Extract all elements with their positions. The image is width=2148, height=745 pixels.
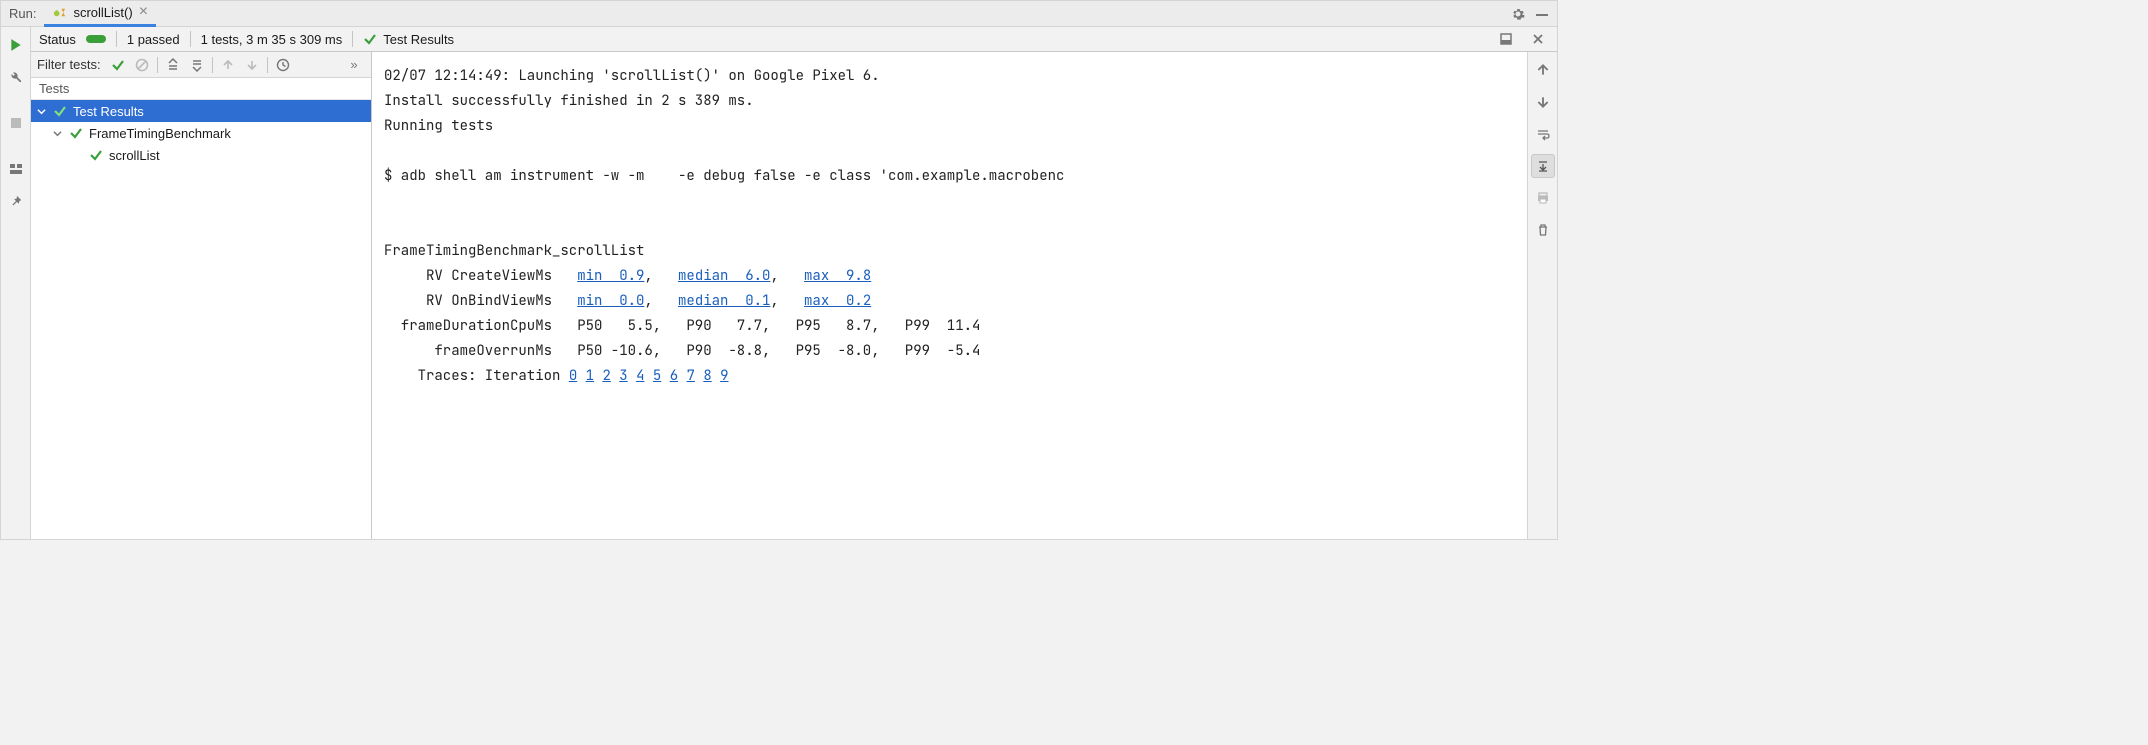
check-icon <box>69 126 83 140</box>
check-icon <box>53 104 67 118</box>
test-tree-panel: Filter tests: » Tests <box>31 52 372 539</box>
left-toolbar <box>1 27 31 539</box>
trace-link[interactable]: 5 <box>653 367 661 385</box>
android-test-icon <box>52 5 67 20</box>
tree-root-label: Test Results <box>73 104 144 119</box>
run-button[interactable] <box>4 33 28 57</box>
close-icon[interactable] <box>1527 28 1549 50</box>
breadcrumb: Test Results <box>363 32 454 47</box>
status-label: Status <box>39 32 76 47</box>
trace-link[interactable]: 8 <box>703 367 711 385</box>
console-output[interactable]: 02/07 12:14:49: Launching 'scrollList()'… <box>372 52 1527 539</box>
breadcrumb-label: Test Results <box>383 32 454 47</box>
up-arrow-icon[interactable] <box>1531 58 1555 82</box>
trace-link[interactable]: 9 <box>720 367 728 385</box>
tab-label: scrollList() <box>73 5 132 20</box>
metric-link[interactable]: median 6.0 <box>678 267 770 285</box>
chevron-down-icon <box>53 126 63 141</box>
sort-desc-icon[interactable] <box>186 54 208 76</box>
trace-link[interactable]: 6 <box>670 367 678 385</box>
console-line: 02/07 12:14:49: Launching 'scrollList()'… <box>384 67 880 85</box>
wrench-icon[interactable] <box>4 65 28 89</box>
filter-passed-icon[interactable] <box>107 54 129 76</box>
metric-link[interactable]: min 0.0 <box>577 292 644 310</box>
metric-row: frameOverrunMs P50 -10.6, P90 -8.8, P95 … <box>384 342 980 360</box>
filter-bar: Filter tests: » <box>31 52 371 78</box>
metric-row: frameDurationCpuMs P50 5.5, P90 7.7, P95… <box>384 317 980 335</box>
run-tab[interactable]: scrollList() × <box>44 1 156 27</box>
stop-button[interactable] <box>4 111 28 135</box>
down-arrow-icon[interactable] <box>1531 90 1555 114</box>
titlebar: Run: scrollList() × <box>1 1 1557 27</box>
run-tool-window: Run: scrollList() × Status <box>0 0 1558 540</box>
tests-header: Tests <box>31 78 371 100</box>
history-icon[interactable] <box>272 54 294 76</box>
next-failed-icon[interactable] <box>241 54 263 76</box>
trace-link[interactable]: 3 <box>619 367 627 385</box>
check-icon <box>363 32 377 46</box>
settings-icon[interactable] <box>1507 3 1529 25</box>
metric-link[interactable]: max 0.2 <box>804 292 871 310</box>
traces-label: Traces: Iteration <box>384 367 569 385</box>
tree-test-label: scrollList <box>109 148 160 163</box>
prev-failed-icon[interactable] <box>217 54 239 76</box>
filter-label: Filter tests: <box>37 57 101 72</box>
bench-title: FrameTimingBenchmark_scrollList <box>384 242 644 260</box>
console-line: $ adb shell am instrument -w -m -e debug… <box>384 167 1064 185</box>
console-line: Install successfully finished in 2 s 389… <box>384 92 754 110</box>
metric-link[interactable]: min 0.9 <box>577 267 644 285</box>
trace-link[interactable]: 1 <box>586 367 594 385</box>
tree-test[interactable]: scrollList <box>31 144 371 166</box>
tree-root[interactable]: Test Results <box>31 100 371 122</box>
sort-asc-icon[interactable] <box>162 54 184 76</box>
pin-icon[interactable] <box>4 189 28 213</box>
tree-suite[interactable]: FrameTimingBenchmark <box>31 122 371 144</box>
scroll-to-end-icon[interactable] <box>1531 154 1555 178</box>
test-tree[interactable]: Test Results FrameTimingBenchmark scroll… <box>31 100 371 539</box>
check-icon <box>89 148 103 162</box>
metric-link[interactable]: max 9.8 <box>804 267 871 285</box>
metric-label: RV CreateViewMs <box>426 267 552 285</box>
layout-icon[interactable] <box>4 157 28 181</box>
right-toolbar <box>1527 52 1557 539</box>
tree-suite-label: FrameTimingBenchmark <box>89 126 231 141</box>
minimize-icon[interactable] <box>1531 3 1553 25</box>
metric-link[interactable]: median 0.1 <box>678 292 770 310</box>
filter-ignored-icon[interactable] <box>131 54 153 76</box>
run-label: Run: <box>9 6 36 21</box>
passed-count: 1 passed <box>127 32 180 47</box>
status-bar: Status 1 passed 1 tests, 3 m 35 s 309 ms… <box>31 27 1557 52</box>
metric-label: RV OnBindViewMs <box>426 292 552 310</box>
chevron-down-icon <box>37 104 47 119</box>
export-icon[interactable] <box>1495 28 1517 50</box>
print-icon[interactable] <box>1531 186 1555 210</box>
trash-icon[interactable] <box>1531 218 1555 242</box>
trace-link[interactable]: 4 <box>636 367 644 385</box>
status-pill-icon <box>86 35 106 43</box>
trace-link[interactable]: 2 <box>602 367 610 385</box>
console-line: Running tests <box>384 117 493 135</box>
trace-link[interactable]: 0 <box>569 367 577 385</box>
soft-wrap-icon[interactable] <box>1531 122 1555 146</box>
more-icon[interactable]: » <box>343 54 365 76</box>
close-tab-icon[interactable]: × <box>139 4 148 20</box>
status-summary: 1 tests, 3 m 35 s 309 ms <box>201 32 343 47</box>
trace-link[interactable]: 7 <box>687 367 695 385</box>
